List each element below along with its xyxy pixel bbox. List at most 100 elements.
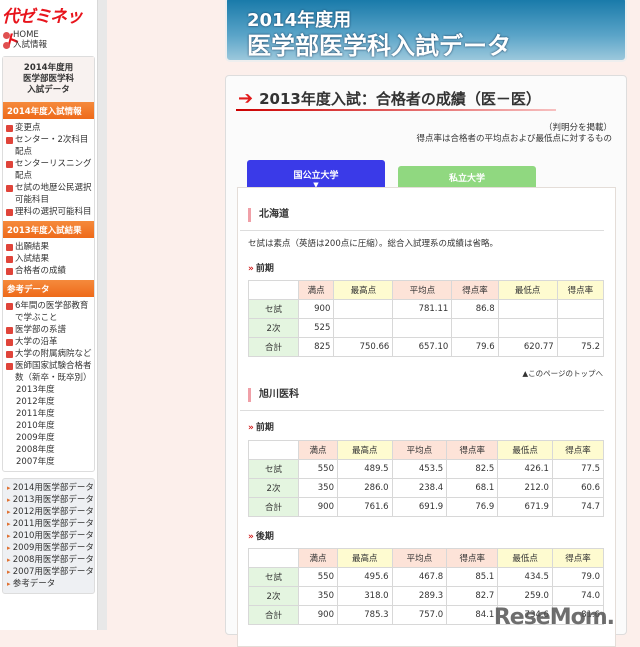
sidebar: 代ゼミネット HOME 入試情報 2014年度用 医学部医学科 入試データ 2014… [0, 0, 97, 630]
table-cell: 68.1 [446, 478, 499, 498]
plus-square-icon [6, 137, 13, 144]
back-to-top-link[interactable]: ▲このページのトップへ [522, 368, 603, 379]
year-link[interactable]: 2011用医学部データ [3, 518, 94, 530]
sidebar-item[interactable]: 入試結果 [3, 253, 94, 265]
scrollbar[interactable] [97, 0, 107, 630]
row-label: 2次 [248, 478, 299, 498]
sidebar-subitem[interactable]: 2008年度 [3, 444, 94, 456]
column-header: 得点率 [551, 440, 605, 460]
table-cell: 550 [298, 567, 338, 587]
table-cell: 900 [298, 605, 338, 625]
sidebar-subitem[interactable]: 2012年度 [3, 396, 94, 408]
sidebar-title: 2014年度用 医学部医学科 入試データ [3, 57, 94, 102]
sidebar-subitem[interactable]: 2011年度 [3, 408, 94, 420]
term-heading: » 後期 [248, 529, 274, 542]
sidebar-item[interactable]: 6年間の医学部教育で学ぶこと [3, 300, 94, 324]
sidebar-item[interactable]: センターリスニング配点 [3, 158, 94, 182]
column-header: 得点率 [551, 548, 605, 568]
table-cell: 825 [297, 337, 335, 357]
column-header: 得点率 [446, 548, 499, 568]
table-cell: 289.3 [391, 586, 448, 606]
watermark-logo: ReseMom. [493, 605, 615, 630]
column-header: 平均点 [391, 440, 448, 460]
sidebar-item-label: 入試結果 [15, 254, 50, 264]
year-link[interactable]: 2014用医学部データ [3, 482, 94, 494]
year-link[interactable]: 2010用医学部データ [3, 530, 94, 542]
column-header: 得点率 [556, 280, 605, 300]
sidebar-item-label: 変更点 [15, 123, 41, 133]
year-link[interactable]: 2012用医学部データ [3, 506, 94, 518]
title-line: 医学部医学科 [22, 74, 74, 84]
table-cell [451, 318, 499, 338]
column-header: 最低点 [497, 548, 553, 568]
table-cell [556, 299, 605, 319]
term-label: 後期 [255, 532, 274, 542]
column-header: 満点 [298, 548, 338, 568]
table-cell: 76.9 [446, 497, 499, 517]
year-link[interactable]: 2013用医学部データ [3, 494, 94, 506]
main-content: ➔ 2013年度入試：合格者の成績（医－医） （判明分を掲載） 得点率は合格者の平均… [225, 75, 627, 647]
sidebar-subitem[interactable]: 2013年度 [3, 384, 94, 396]
sidebar-section-heading: 参考データ [3, 280, 94, 297]
university-heading: 北海道 [240, 208, 604, 231]
term-heading: » 前期 [248, 261, 274, 274]
double-chevron-icon: » [248, 532, 254, 542]
table-cell: 86.8 [451, 299, 499, 319]
sidebar-item-label: センターリスニング配点 [15, 159, 92, 181]
sidebar-item[interactable]: センター・2次科目配点 [3, 134, 94, 158]
sidebar-subitem[interactable]: 2009年度 [3, 432, 94, 444]
column-header: 平均点 [391, 548, 448, 568]
year-link[interactable]: 2009用医学部データ [3, 542, 94, 554]
table-cell: 785.3 [336, 605, 393, 625]
banner: 2014年度用 医学部医学科入試データ [225, 0, 627, 62]
sidebar-item[interactable]: 変更点 [3, 122, 94, 134]
table-cell: 79.6 [451, 337, 499, 357]
table-cell: 60.6 [551, 478, 605, 498]
exam-info-link[interactable]: 入試情報 [0, 40, 97, 50]
table-cell: 85.1 [446, 567, 499, 587]
table-row: 2次 350 318.0 289.3 82.7 259.0 74.0 [248, 586, 605, 606]
sidebar-item[interactable]: 大学の附属病院など [3, 348, 94, 360]
home-link[interactable]: HOME [0, 30, 97, 40]
plus-square-icon [6, 256, 13, 263]
sidebar-item[interactable]: 出願結果 [3, 241, 94, 253]
column-header: 満点 [298, 440, 338, 460]
page-title-text: 2013年度入試：合格者の成績（医－医） [259, 90, 541, 108]
sidebar-item[interactable]: 大学の沿革 [3, 336, 94, 348]
table-cell: 212.0 [497, 478, 553, 498]
sidebar-item[interactable]: 医学部の系譜 [3, 324, 94, 336]
term-heading: » 前期 [248, 420, 274, 433]
column-header: 満点 [297, 280, 335, 300]
table-row: 合計 900 761.6 691.9 76.9 671.9 74.7 [248, 497, 605, 517]
tab-national-public[interactable]: 国公立大学 ▼ [247, 160, 385, 190]
title-line: 2014年度用 [23, 63, 74, 73]
sidebar-item[interactable]: 理科の選択可能科目 [3, 206, 94, 218]
table-cell [333, 299, 394, 319]
table-cell: 550 [298, 459, 338, 479]
site-logo[interactable]: 代ゼミネット [0, 0, 97, 52]
row-label: セ試 [248, 567, 299, 587]
plus-square-icon [6, 303, 13, 310]
sidebar-item[interactable]: 医師国家試験合格者数（新卒・既卒別） [3, 360, 94, 384]
sidebar-item-label: 6年間の医学部教育で学ぶこと [15, 301, 89, 323]
year-link[interactable]: 2008用医学部データ [3, 554, 94, 566]
sidebar-item[interactable]: 合格者の成績 [3, 265, 94, 277]
sidebar-subitem[interactable]: 2007年度 [3, 456, 94, 468]
column-header: 平均点 [392, 280, 453, 300]
sidebar-item-label: セ試の地歴公民選択可能科目 [15, 183, 92, 205]
table-cell: 82.7 [446, 586, 499, 606]
year-link[interactable]: 2007用医学部データ [3, 566, 94, 578]
table-cell: 82.5 [446, 459, 499, 479]
table-cell: 757.0 [391, 605, 448, 625]
sidebar-subitem[interactable]: 2010年度 [3, 420, 94, 432]
arrow-right-icon: ➔ [238, 88, 254, 109]
row-label: 合計 [248, 605, 299, 625]
year-link[interactable]: 参考データ [3, 578, 94, 590]
table-cell [392, 318, 453, 338]
plus-square-icon [6, 363, 13, 370]
column-header: 最高点 [336, 440, 393, 460]
table-cell: 467.8 [391, 567, 448, 587]
sidebar-item[interactable]: セ試の地歴公民選択可能科目 [3, 182, 94, 206]
column-header: 得点率 [451, 280, 499, 300]
tab-label: 国公立大学 [293, 171, 339, 181]
